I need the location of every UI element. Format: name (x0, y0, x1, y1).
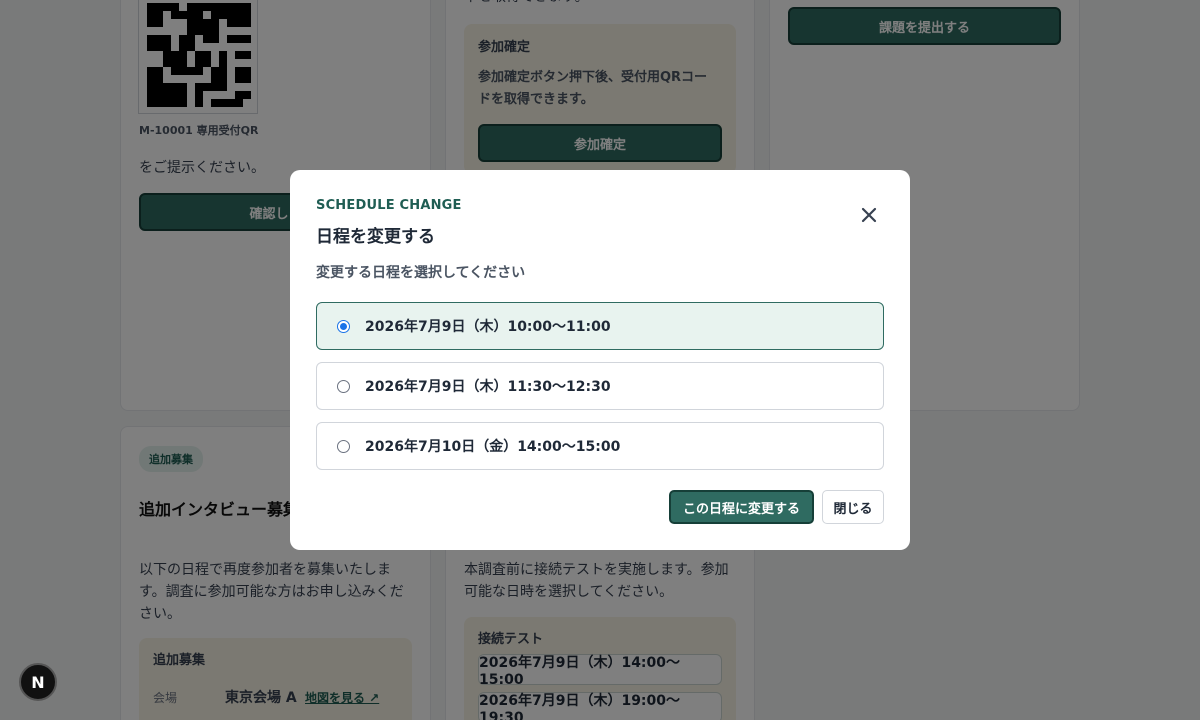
schedule-option-label: 2026年7月9日（木）10:00〜11:00 (365, 319, 611, 335)
schedule-option-3[interactable]: 2026年7月10日（金）14:00〜15:00 (316, 422, 884, 470)
change-schedule-button[interactable]: この日程に変更する (669, 490, 814, 524)
radio-button[interactable] (337, 319, 350, 333)
modal-title: 日程を変更する (316, 227, 435, 247)
close-button[interactable] (854, 200, 884, 230)
modal-eyebrow: SCHEDULE CHANGE (316, 198, 462, 213)
close-icon (861, 207, 877, 223)
radio-button[interactable] (337, 379, 350, 393)
schedule-change-modal: SCHEDULE CHANGE 日程を変更する 変更する日程を選択してください … (290, 170, 910, 550)
schedule-option-label: 2026年7月10日（金）14:00〜15:00 (365, 439, 621, 455)
next-logo-badge[interactable]: N (19, 663, 57, 701)
schedule-option-label: 2026年7月9日（木）11:30〜12:30 (365, 379, 611, 395)
close-modal-button[interactable]: 閉じる (822, 490, 884, 524)
radio-button[interactable] (337, 439, 350, 453)
schedule-option-1[interactable]: 2026年7月9日（木）10:00〜11:00 (316, 302, 884, 350)
schedule-option-2[interactable]: 2026年7月9日（木）11:30〜12:30 (316, 362, 884, 410)
modal-prompt: 変更する日程を選択してください (316, 265, 526, 281)
